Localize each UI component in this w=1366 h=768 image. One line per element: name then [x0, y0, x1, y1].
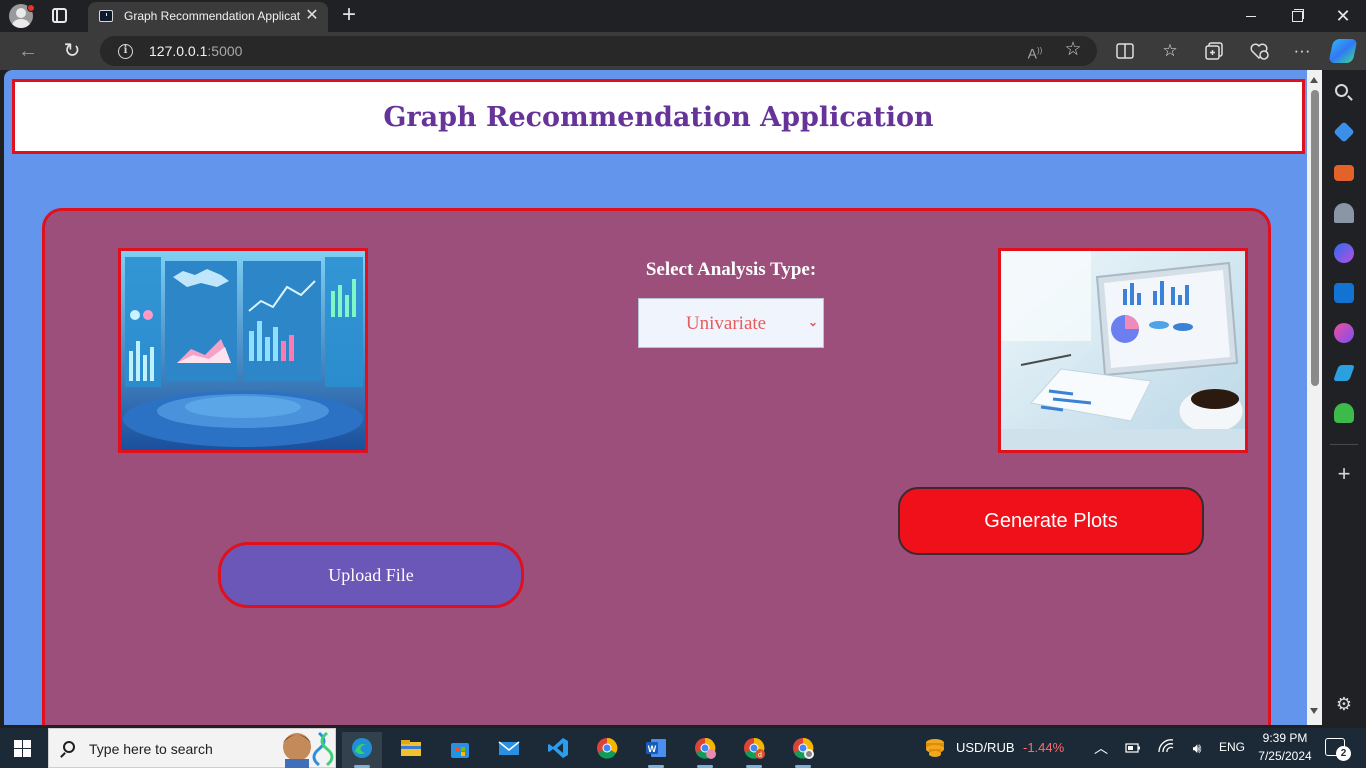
tab-title: Graph Recommendation Application [124, 9, 300, 23]
taskbar-word[interactable]: W [636, 732, 676, 768]
more-icon[interactable]: ··· [1288, 38, 1316, 64]
chevron-down-icon: ⌄ [808, 315, 819, 329]
taskbar-store[interactable] [440, 732, 480, 768]
svg-text:W: W [648, 744, 657, 754]
close-icon[interactable]: ✕ [1320, 0, 1366, 32]
address-bar[interactable]: i 127.0.0.1:5000 A)) ☆ [100, 36, 1097, 66]
taskbar-chrome-profile-3[interactable] [783, 732, 823, 768]
scroll-up-icon[interactable] [1310, 77, 1318, 83]
taskbar-mail[interactable] [489, 732, 529, 768]
taskbar-file-explorer[interactable] [391, 732, 431, 768]
analysis-type-label: Select Analysis Type: [645, 259, 817, 280]
volume-icon[interactable]: 🔊︎ [1187, 739, 1207, 757]
taskbar-vscode[interactable] [538, 732, 578, 768]
browser-essentials-icon[interactable] [1245, 38, 1273, 64]
tree-icon[interactable] [1334, 403, 1354, 423]
terminal-favicon-icon [99, 10, 113, 22]
scrollbar-thumb[interactable] [1311, 90, 1319, 386]
settings-icon[interactable]: ⚙ [1334, 694, 1354, 714]
telegram-icon[interactable] [1333, 365, 1355, 381]
search-icon [63, 741, 75, 753]
tab-close-icon[interactable]: ✕ [304, 7, 320, 25]
analysis-type-value: Univariate [685, 313, 767, 334]
chrome-profile-d-icon: d [744, 737, 765, 759]
chrome-icon [597, 737, 618, 759]
page-viewport: Graph Recommendation Application Select … [4, 70, 1322, 725]
add-favorite-icon[interactable]: ☆ [1062, 39, 1084, 61]
edge-sidebar: + ⚙ [1322, 70, 1366, 728]
mail-icon [498, 741, 520, 755]
chevron-up-icon[interactable]: ︿ [1092, 739, 1110, 757]
screen: Graph Recommendation Application ✕ + ✕ ←… [0, 0, 1366, 768]
currency-coins-icon [926, 739, 944, 757]
chrome-profile-icon [695, 737, 716, 759]
laptop-charts-photo [998, 248, 1248, 453]
dashboard-illustration [118, 248, 368, 453]
microsoft-store-icon [451, 743, 469, 758]
file-explorer-icon [401, 740, 421, 756]
windows-taskbar: Type here to search W d USD/RUB -1.44% ︿… [0, 728, 1366, 768]
taskbar-search-box[interactable]: Type here to search [48, 728, 336, 768]
minimize-icon[interactable] [1228, 0, 1274, 32]
generate-plots-button[interactable]: Generate Plots [898, 487, 1204, 555]
search-highlight-illustration [267, 729, 337, 768]
split-screen-icon[interactable] [1111, 38, 1139, 64]
add-icon[interactable]: + [1334, 463, 1354, 485]
designer-icon[interactable] [1334, 323, 1354, 343]
language-indicator[interactable]: ENG [1219, 740, 1245, 754]
sidebar-divider [1330, 444, 1358, 445]
chrome-profile-3-icon [793, 737, 814, 759]
restore-icon[interactable] [1274, 0, 1320, 32]
search-icon[interactable] [1335, 84, 1348, 97]
collections-icon[interactable] [1200, 38, 1228, 64]
scroll-down-icon[interactable] [1310, 708, 1318, 714]
app-header: Graph Recommendation Application [12, 79, 1305, 154]
edge-icon [352, 738, 372, 758]
outlook-icon[interactable] [1334, 283, 1354, 303]
clock-date[interactable]: 7/25/2024 [1254, 749, 1316, 763]
browser-tab-active[interactable]: Graph Recommendation Application ✕ [88, 2, 328, 32]
taskbar-chrome-profile-d[interactable]: d [734, 732, 774, 768]
upload-file-button[interactable]: Upload File [218, 542, 524, 608]
word-icon: W [646, 739, 666, 757]
battery-icon[interactable] [1124, 739, 1142, 757]
site-info-icon[interactable]: i [118, 44, 133, 59]
ticker-symbol[interactable]: USD/RUB [956, 740, 1015, 755]
vscode-icon [548, 738, 568, 758]
back-icon[interactable]: ← [14, 38, 42, 64]
clock-time[interactable]: 9:39 PM [1254, 731, 1316, 745]
taskbar-chrome-profile[interactable] [685, 732, 725, 768]
main-panel: Select Analysis Type: Univariate ⌄ Gener… [42, 208, 1271, 725]
app-title: Graph Recommendation Application [383, 102, 934, 133]
tools-icon[interactable] [1334, 165, 1354, 181]
url-text[interactable]: 127.0.0.1:5000 [149, 43, 242, 59]
read-aloud-icon[interactable]: A)) [1024, 40, 1046, 62]
taskbar-edge[interactable] [342, 732, 382, 768]
profile-notification-dot [27, 4, 35, 12]
taskbar-chrome[interactable] [587, 732, 627, 768]
app-page: Graph Recommendation Application Select … [4, 70, 1307, 725]
games-icon[interactable] [1334, 203, 1354, 223]
favorites-icon[interactable]: ☆ [1156, 38, 1184, 64]
page-scrollbar[interactable] [1307, 70, 1322, 725]
browser-titlebar: Graph Recommendation Application ✕ + ✕ [0, 0, 1366, 32]
new-tab-button[interactable]: + [338, 2, 360, 28]
browser-toolbar: ← ↻ i 127.0.0.1:5000 A)) ☆ ☆ ··· [0, 32, 1366, 70]
analysis-type-select[interactable]: Univariate ⌄ [638, 298, 824, 348]
shopping-icon[interactable] [1333, 121, 1355, 143]
windows-start-icon[interactable] [14, 740, 31, 757]
search-placeholder: Type here to search [89, 741, 213, 757]
ticker-change[interactable]: -1.44% [1023, 740, 1064, 755]
tab-actions-icon[interactable] [52, 8, 67, 23]
reload-icon[interactable]: ↻ [58, 38, 86, 64]
notification-count-badge: 2 [1336, 746, 1351, 761]
copilot-icon[interactable] [1328, 39, 1358, 63]
svg-text:d: d [758, 752, 762, 759]
microsoft-365-icon[interactable] [1334, 243, 1354, 263]
wifi-icon[interactable] [1156, 739, 1176, 757]
